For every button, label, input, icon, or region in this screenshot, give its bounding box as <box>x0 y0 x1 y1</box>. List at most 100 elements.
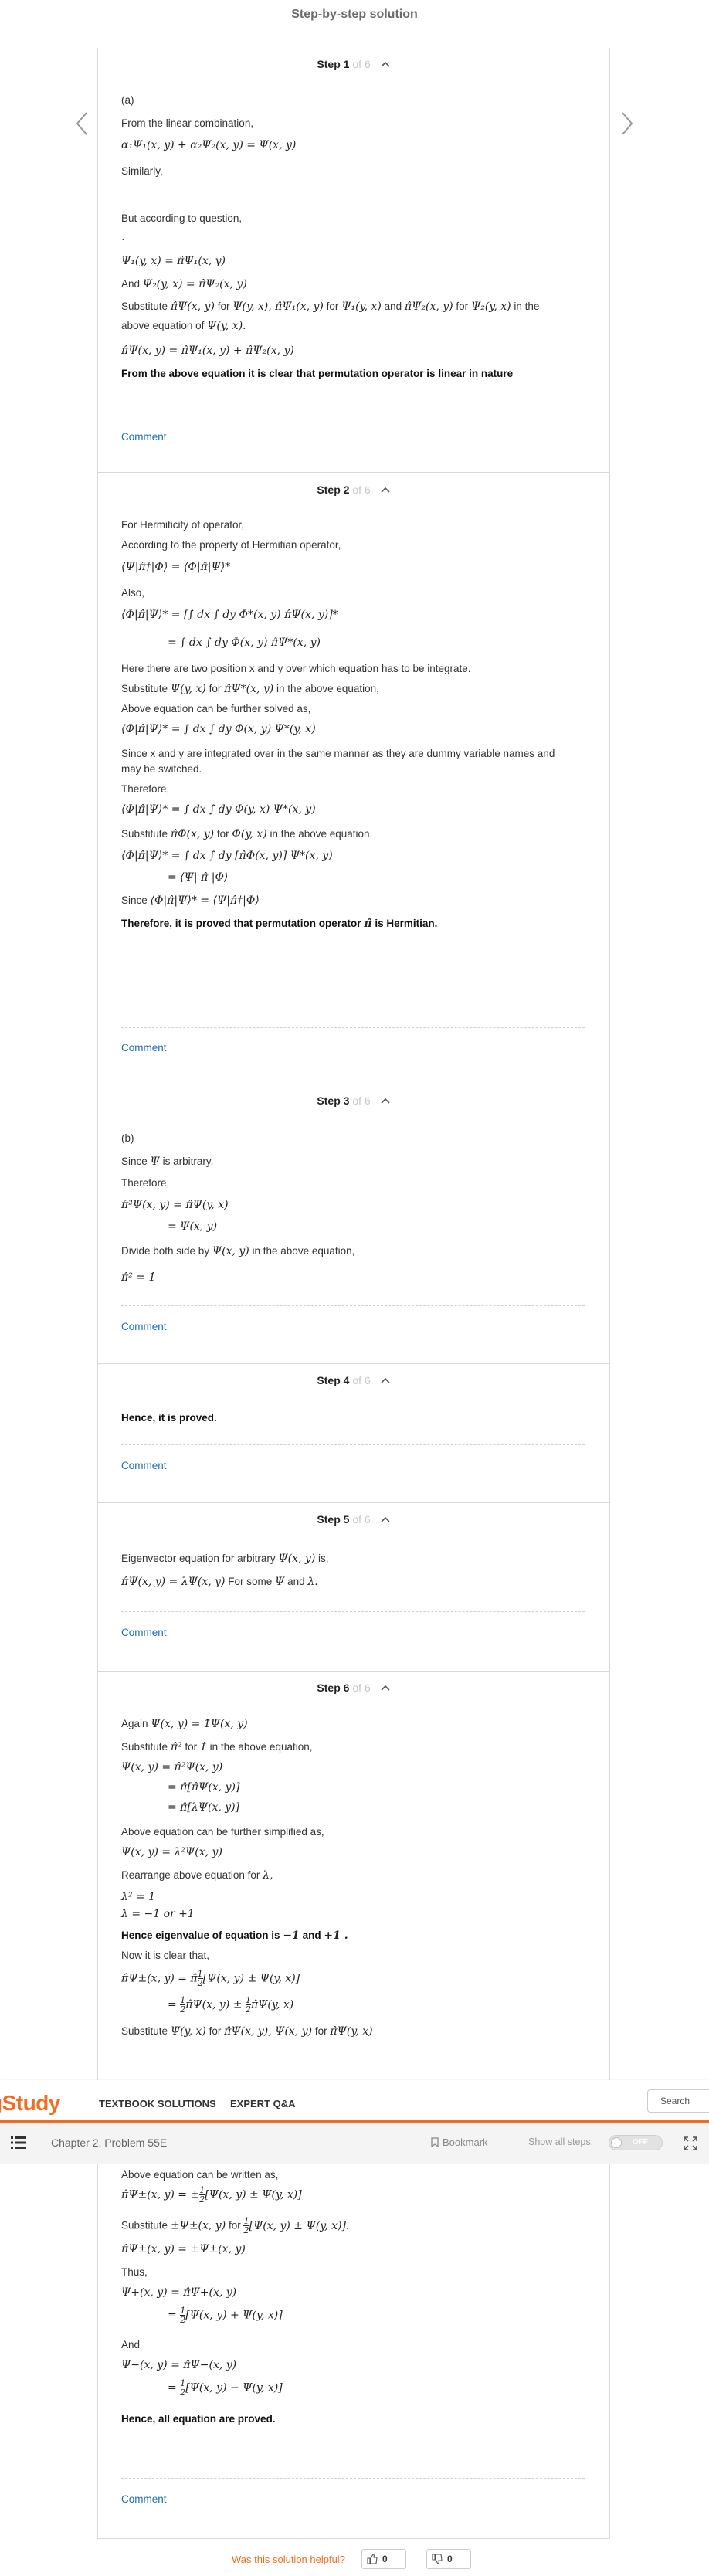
step-label: Step 6 <box>317 1682 350 1694</box>
text: And Ψ₂(y, x) = π̂Ψ₂(x, y) <box>121 278 247 290</box>
comment-link[interactable]: Comment <box>121 431 167 443</box>
text: Substitute ±Ψ±(x, y) for 1 2 [Ψ(x, y) ± Ψ(… <box>121 2216 350 2235</box>
step-header[interactable]: Step 6 of 6 <box>98 1672 609 1704</box>
text: · <box>121 233 125 245</box>
equation: ⟨Φ|π̂|Ψ⟩* = ∫ dx ∫ dy Φ(x, y) Ψ*(y, x) <box>121 723 316 735</box>
comment-link[interactable]: Comment <box>121 2493 167 2505</box>
chevron-right-icon <box>622 112 633 135</box>
comment-link[interactable]: Comment <box>121 1321 167 1332</box>
bookmark-icon <box>431 2137 439 2148</box>
thumbs-up-button[interactable]: 0 <box>361 2549 406 2569</box>
list-menu-icon[interactable] <box>11 2136 26 2150</box>
text: above equation of Ψ(y, x). <box>121 320 246 332</box>
conclusion: Hence, all equation are proved. <box>121 2413 276 2425</box>
step-header[interactable]: Step 2 of 6 <box>98 473 609 507</box>
step-card-5: Step 5 of 6 Eigenvector equation for arb… <box>98 1503 609 1672</box>
toggle-state: OFF <box>633 2138 648 2147</box>
chevron-left-icon <box>76 112 87 135</box>
text: Also, <box>121 587 145 599</box>
thumbs-down-icon <box>432 2554 443 2564</box>
step-of: of 6 <box>352 1513 371 1526</box>
show-all-label: Show all steps: <box>528 2136 594 2147</box>
step-card-4: Step 4 of 6 Hence, it is proved. Comment <box>98 1364 609 1503</box>
step-of: of 6 <box>352 1374 371 1386</box>
text: Similarly, <box>121 165 163 177</box>
equation: π̂Ψ±(x, y) = π̂ 1 2 [Ψ(x, y) ± Ψ(y, x)] <box>121 1969 300 1988</box>
step-header[interactable]: Step 5 of 6 <box>98 1503 609 1536</box>
text: π̂Ψ(x, y) = λΨ(x, y) For some Ψ and λ. <box>121 1576 318 1588</box>
step-header[interactable]: Step 1 of 6 <box>98 48 609 80</box>
brand-logo[interactable]: gStudy <box>0 2091 60 2116</box>
step-of: of 6 <box>352 1095 371 1107</box>
comment-link[interactable]: Comment <box>121 1042 167 1054</box>
page-title: Step-by-step solution <box>291 8 418 21</box>
equation: = π̂[λΨ(x, y)] <box>168 1801 240 1814</box>
chevron-up-icon <box>381 1098 390 1104</box>
equation: π̂² = 1̂ <box>121 1271 156 1284</box>
show-all-toggle[interactable]: OFF <box>609 2135 663 2150</box>
step-of: of 6 <box>352 58 371 70</box>
text: Thus, <box>121 2266 148 2278</box>
step-label: Step 2 <box>317 484 350 496</box>
text: Hence eigenvalue of equation is −1 and +… <box>121 1929 348 1942</box>
equation: π̂Ψ±(x, y) = ±Ψ±(x, y) <box>121 2243 246 2255</box>
conclusion: Therefore, it is proved that permutation… <box>121 918 438 930</box>
equation: = 1 2 [Ψ(x, y) − Ψ(y, x)] <box>168 2378 283 2398</box>
thumbs-up-icon <box>367 2554 378 2564</box>
conclusion: From the above equation it is clear that… <box>121 368 514 379</box>
comment-link[interactable]: Comment <box>121 1627 167 1638</box>
step-of: of 6 <box>352 1682 371 1694</box>
text: Now it is clear that, <box>121 1950 210 1961</box>
down-count: 0 <box>447 2554 453 2564</box>
text: Divide both side by Ψ(x, y) in the above… <box>121 1245 355 1257</box>
brand-rule <box>0 2120 709 2123</box>
text: According to the property of Hermitian o… <box>121 539 341 551</box>
chapter-title: Chapter 2, Problem 55E <box>51 2136 168 2149</box>
text: Substitute π̂Ψ(x, y) for Ψ(y, x), π̂Ψ₁(x… <box>121 300 540 313</box>
expand-icon[interactable] <box>683 2136 698 2151</box>
equation: ⟨Φ|π̂|Ψ⟩* = ∫ dx ∫ dy [π̂Φ(x, y)] Ψ*(x, … <box>121 850 333 862</box>
equation: λ = −1 or +1 <box>121 1908 195 1920</box>
equation: = 1 2 π̂Ψ(x, y) ± 1 2 π̂Ψ(y, x) <box>168 1995 294 2014</box>
text: Above equation can be written as, <box>121 2169 279 2181</box>
equation: Ψ(x, y) = λ²Ψ(x, y) <box>121 1846 222 1858</box>
text: Substitute π̂² for 1̂ in the above equat… <box>121 1741 313 1753</box>
bookmark-button[interactable]: Bookmark <box>431 2136 488 2148</box>
equation: = 1 2 [Ψ(x, y) + Ψ(y, x)] <box>168 2306 283 2325</box>
equation: Ψ−(x, y) = π̂Ψ−(x, y) <box>121 2359 237 2371</box>
thumbs-down-button[interactable]: 0 <box>426 2549 471 2569</box>
divider <box>121 1444 585 1445</box>
conclusion: Hence, it is proved. <box>121 1412 217 1424</box>
equation: = Ψ(x, y) <box>168 1220 218 1233</box>
step-label: Step 3 <box>317 1095 350 1107</box>
text: Here there are two position x and y over… <box>121 663 471 674</box>
divider <box>121 1611 585 1612</box>
bookmark-label: Bookmark <box>443 2136 488 2148</box>
step-card-3: Step 3 of 6 (b) Since Ψ is arbitrary, Th… <box>98 1084 609 1364</box>
chevron-up-icon <box>381 1685 390 1691</box>
text: Since Ψ is arbitrary, <box>121 1156 214 1168</box>
chevron-up-icon <box>381 1377 390 1383</box>
chevron-up-icon <box>381 61 390 67</box>
step-of: of 6 <box>352 484 371 496</box>
text: Substitute Ψ(y, x) for π̂Ψ*(x, y) in the… <box>121 683 379 695</box>
text: And <box>121 2339 141 2350</box>
text: Substitute Ψ(y, x) for π̂Ψ(x, y), Ψ(x, y… <box>121 2025 373 2038</box>
equation: π̂Ψ±(x, y) = ±1 2 [Ψ(x, y) ± Ψ(y, x)] <box>121 2185 302 2204</box>
step-header[interactable]: Step 4 of 6 <box>98 1364 609 1397</box>
text: Since ⟨Φ|π̂|Ψ⟩* = ⟨Ψ|π̂†|Φ⟩ <box>121 894 260 907</box>
search-input[interactable]: Search <box>647 2089 709 2113</box>
toggle-knob <box>611 2137 622 2148</box>
equation: π̂²Ψ(x, y) = π̂Ψ(y, x) <box>121 1199 229 1211</box>
nav-textbook-solutions[interactable]: TEXTBOOK SOLUTIONS <box>99 2098 216 2109</box>
prev-step-arrow[interactable] <box>71 108 94 139</box>
comment-link[interactable]: Comment <box>121 1460 167 1471</box>
nav-expert-qa[interactable]: EXPERT Q&A <box>230 2098 296 2109</box>
up-count: 0 <box>382 2554 388 2564</box>
text: Above equation can be further solved as, <box>121 703 311 714</box>
next-step-arrow[interactable] <box>615 108 638 139</box>
text: Eigenvector equation for arbitrary Ψ(x, … <box>121 1553 329 1565</box>
step-header[interactable]: Step 3 of 6 <box>98 1084 609 1117</box>
text: Above equation can be further simplified… <box>121 1826 324 1838</box>
equation: λ² = 1 <box>121 1891 156 1903</box>
